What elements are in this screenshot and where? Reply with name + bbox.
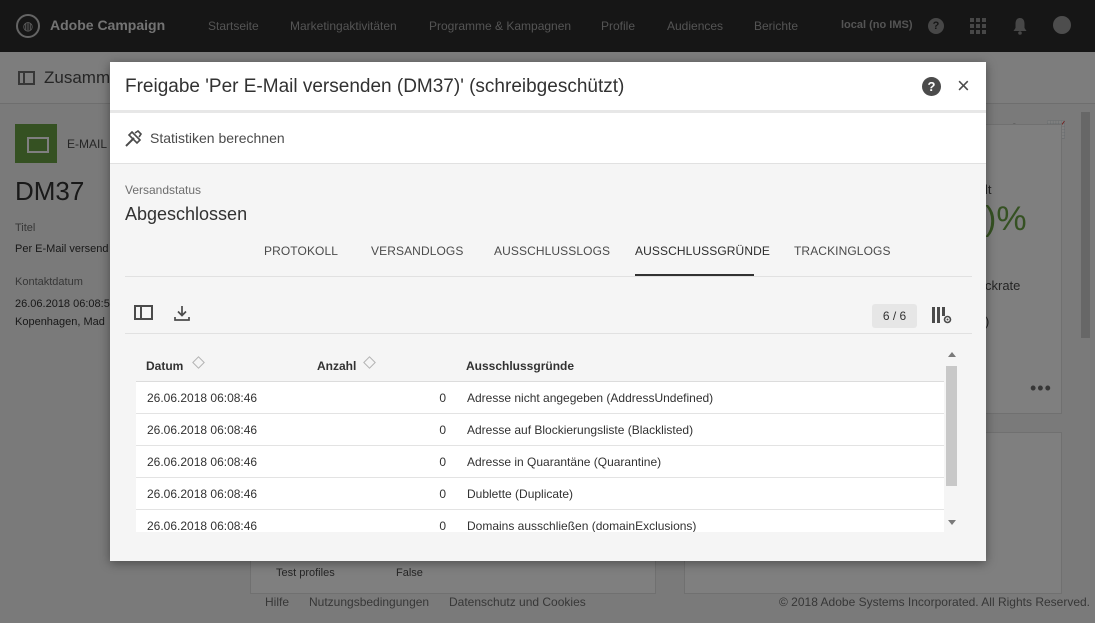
tab-trackinglogs[interactable]: TRACKINGLOGS	[794, 244, 891, 258]
calculate-stats-button[interactable]: Statistiken berechnen	[150, 130, 285, 146]
cell-reason: Adresse nicht angegeben (AddressUndefine…	[467, 391, 714, 405]
cell-reason: Adresse auf Blockierungsliste (Blacklist…	[467, 423, 694, 437]
calculate-stats-icon[interactable]	[124, 130, 142, 148]
column-header-datum[interactable]: Datum	[146, 359, 183, 373]
dialog-header-divider	[110, 110, 986, 113]
close-icon[interactable]: ×	[957, 73, 971, 99]
download-icon[interactable]	[173, 304, 191, 322]
cell-date: 26.06.2018 06:08:46	[147, 391, 258, 405]
scroll-thumb[interactable]	[946, 366, 957, 486]
cell-count: 0	[439, 487, 446, 501]
cell-reason: Domains ausschließen (domainExclusions)	[467, 519, 697, 532]
column-header-ausschlussgruende[interactable]: Ausschlussgründe	[466, 359, 574, 373]
table-row[interactable]: 26.06.2018 06:08:46 0 Adresse auf Blocki…	[136, 414, 944, 446]
table-row[interactable]: 26.06.2018 06:08:46 0 Domains ausschließ…	[136, 510, 944, 532]
cell-count: 0	[439, 519, 446, 532]
column-config-icon[interactable]	[932, 306, 952, 324]
cell-date: 26.06.2018 06:08:46	[147, 455, 258, 469]
table-row[interactable]: 26.06.2018 06:08:46 0 Adresse nicht ange…	[136, 382, 944, 414]
exclusion-reasons-table: Datum Anzahl Ausschlussgründe 26.06.2018…	[136, 350, 944, 532]
cell-date: 26.06.2018 06:08:46	[147, 519, 258, 532]
tabs-divider	[125, 276, 972, 277]
tab-versandlogs[interactable]: VERSANDLOGS	[371, 244, 463, 258]
list-view-icon[interactable]	[134, 305, 153, 320]
table-row[interactable]: 26.06.2018 06:08:46 0 Adresse in Quarant…	[136, 446, 944, 478]
cell-reason: Adresse in Quarantäne (Quarantine)	[467, 455, 662, 469]
sort-icon[interactable]	[192, 356, 205, 369]
cell-count: 0	[439, 423, 446, 437]
tab-protokoll[interactable]: PROTOKOLL	[264, 244, 338, 258]
table-header: Datum Anzahl Ausschlussgründe	[136, 350, 944, 382]
cell-count: 0	[439, 455, 446, 469]
help-icon[interactable]: ?	[922, 77, 941, 96]
table-scrollbar[interactable]	[944, 350, 960, 532]
cell-count: 0	[439, 391, 446, 405]
sort-icon[interactable]	[363, 356, 376, 369]
delivery-status-value: Abgeschlossen	[125, 204, 248, 224]
tab-ausschlussgruende[interactable]: AUSSCHLUSSGRÜNDE	[635, 244, 770, 258]
scroll-down-icon[interactable]	[948, 520, 956, 525]
cell-date: 26.06.2018 06:08:46	[147, 423, 258, 437]
list-toolbar-divider	[125, 333, 972, 334]
pagination-count: 6 / 6	[872, 304, 917, 328]
table-row[interactable]: 26.06.2018 06:08:46 0 Dublette (Duplicat…	[136, 478, 944, 510]
tab-ausschlusslogs[interactable]: AUSSCHLUSSLOGS	[494, 244, 610, 258]
delivery-status-label: Versandstatus	[125, 183, 202, 197]
cell-date: 26.06.2018 06:08:46	[147, 487, 258, 501]
column-header-anzahl[interactable]: Anzahl	[317, 359, 356, 373]
dialog-body: Versandstatus Abgeschlossen PROTOKOLL VE…	[110, 164, 986, 561]
cell-reason: Dublette (Duplicate)	[467, 487, 574, 501]
scroll-up-icon[interactable]	[948, 352, 956, 357]
delivery-dialog: Freigabe 'Per E-Mail versenden (DM37)' (…	[110, 62, 986, 561]
dialog-title: Freigabe 'Per E-Mail versenden (DM37)' (…	[125, 76, 625, 97]
